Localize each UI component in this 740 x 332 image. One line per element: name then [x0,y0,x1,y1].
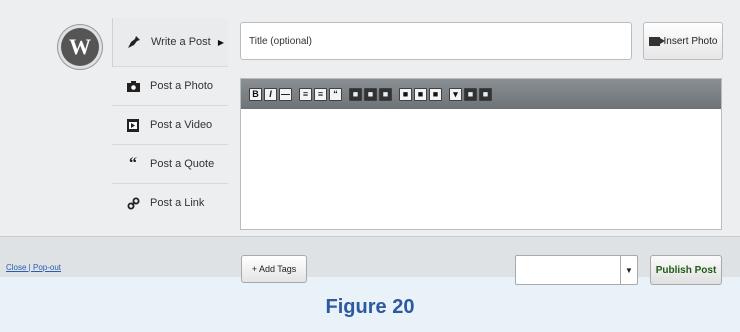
italic-button[interactable]: I [264,87,277,101]
figure-caption: Figure 20 [325,296,415,318]
kitchen-sink-button[interactable]: ■ [479,87,492,101]
align-left-button[interactable]: ■ [349,87,362,101]
close-popout-link[interactable]: Close | Pop-out [6,263,61,272]
link-button[interactable]: ■ [399,87,412,101]
video-icon [124,118,142,132]
insert-photo-label: Insert Photo [663,35,718,47]
menu-item-label: Post a Video [150,119,213,131]
bold-button[interactable]: B [249,87,262,101]
title-input[interactable]: Title (optional) [240,22,632,60]
wordpress-logo: W [61,28,99,66]
formatting-toolbar: B I — ≡ ≡ “ ■ ■ ■ ■ ■ ■ ▾ ■ ■ [241,79,721,109]
insert-photo-icon [648,36,665,46]
arrow-right-icon: ▶ [217,37,224,47]
insert-photo-button[interactable]: Insert Photo [643,22,723,60]
menu-item-post-link[interactable]: Post a Link [112,184,228,222]
chevron-down-icon: ▼ [620,256,637,284]
menu-item-write-post[interactable]: Write a Post ▶ [112,18,228,67]
spellcheck-button[interactable]: ▾ [449,87,462,101]
menu-item-label: Post a Photo [150,80,213,92]
numbered-list-button[interactable]: ≡ [314,87,327,101]
more-button[interactable]: ■ [429,87,442,101]
unlink-button[interactable]: ■ [414,87,427,101]
menu-item-label: Post a Quote [150,158,215,170]
link-icon [124,196,142,210]
camera-icon [124,79,142,93]
quote-icon: “ [129,155,137,172]
fullscreen-button[interactable]: ■ [464,87,477,101]
blockquote-button[interactable]: “ [329,87,342,101]
bullet-list-button[interactable]: ≡ [299,87,312,101]
post-body-editor[interactable]: B I — ≡ ≡ “ ■ ■ ■ ■ ■ ■ ▾ ■ ■ [240,78,722,230]
post-status-select[interactable]: ▼ [515,255,638,285]
align-center-button[interactable]: ■ [364,87,377,101]
add-tags-button[interactable]: + Add Tags [241,255,307,283]
publish-post-button[interactable]: Publish Post [650,255,722,285]
menu-item-label: Write a Post [151,36,211,48]
post-type-menu: Write a Post ▶ Post a Photo Post a Video… [112,18,228,222]
menu-item-post-photo[interactable]: Post a Photo [112,67,228,106]
menu-item-post-video[interactable]: Post a Video [112,106,228,145]
strikethrough-button[interactable]: — [279,87,292,101]
pin-icon [125,35,143,49]
align-right-button[interactable]: ■ [379,87,392,101]
menu-item-post-quote[interactable]: “ Post a Quote [112,145,228,184]
menu-item-label: Post a Link [150,197,205,209]
